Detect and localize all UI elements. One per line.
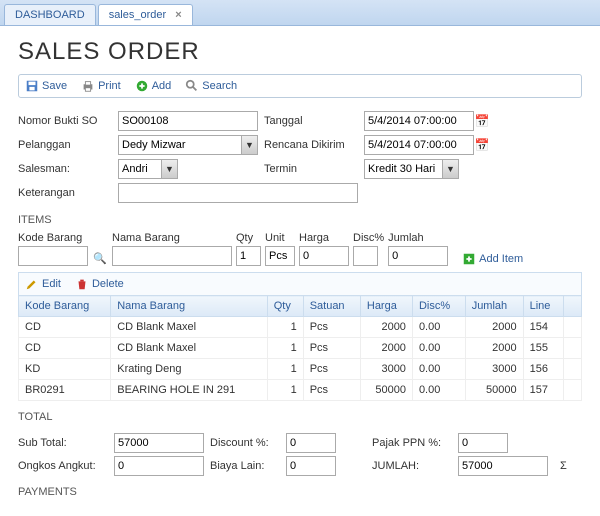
- chevron-down-icon[interactable]: ▼: [442, 160, 458, 178]
- add-button[interactable]: Add: [135, 79, 172, 93]
- col-qty[interactable]: Qty: [267, 296, 303, 317]
- label-tanggal: Tanggal: [264, 115, 364, 127]
- grid-toolbar: Edit Delete: [18, 272, 582, 295]
- calendar-icon[interactable]: 📅: [474, 137, 490, 153]
- table-row[interactable]: KDKrating Deng1Pcs30000.003000156: [19, 359, 582, 380]
- ppn-input[interactable]: [458, 433, 508, 453]
- label-jumlah: Jumlah: [388, 232, 448, 244]
- page-title: SALES ORDER: [18, 38, 582, 66]
- label-subtotal: Sub Total:: [18, 437, 108, 449]
- label-termin: Termin: [264, 163, 364, 175]
- label-salesman: Salesman:: [18, 163, 118, 175]
- payments-title: PAYMENTS: [18, 486, 582, 498]
- label-nama: Nama Barang: [112, 232, 232, 244]
- disc-input[interactable]: [353, 246, 378, 266]
- total-title: TOTAL: [18, 411, 582, 423]
- discount-input[interactable]: [286, 433, 336, 453]
- label-ppn: Pajak PPN %:: [372, 437, 452, 449]
- label-ongkos: Ongkos Angkut:: [18, 460, 108, 472]
- add-icon: [135, 79, 149, 93]
- tab-dashboard[interactable]: DASHBOARD: [4, 4, 96, 25]
- col-nama[interactable]: Nama Barang: [111, 296, 267, 317]
- table-row[interactable]: BR0291BEARING HOLE IN 2911Pcs500000.0050…: [19, 380, 582, 401]
- label-disc: Disc%: [353, 232, 384, 244]
- save-button[interactable]: Save: [25, 79, 67, 93]
- label-kode: Kode Barang: [18, 232, 88, 244]
- label-pelanggan: Pelanggan: [18, 139, 118, 151]
- ongkos-input[interactable]: [114, 456, 204, 476]
- sigma-icon[interactable]: Σ: [560, 460, 567, 472]
- nomor-bukti-input[interactable]: [118, 111, 258, 131]
- tab-sales-order[interactable]: sales_order ×: [98, 4, 193, 25]
- label-rencana: Rencana Dikirim: [264, 139, 364, 151]
- jumlah-input[interactable]: [388, 246, 448, 266]
- label-unit: Unit: [265, 232, 295, 244]
- tab-bar: DASHBOARD sales_order ×: [0, 0, 600, 26]
- keterangan-input[interactable]: [118, 183, 358, 203]
- kode-input[interactable]: [18, 246, 88, 266]
- col-jumlah[interactable]: Jumlah: [465, 296, 523, 317]
- table-row[interactable]: CDCD Blank Maxel1Pcs20000.002000155: [19, 338, 582, 359]
- label-keterangan: Keterangan: [18, 187, 118, 199]
- label-harga: Harga: [299, 232, 349, 244]
- edit-icon: [25, 277, 39, 291]
- add-icon: [462, 252, 476, 266]
- edit-button[interactable]: Edit: [25, 277, 61, 291]
- delete-icon: [75, 277, 89, 291]
- chevron-down-icon[interactable]: ▼: [161, 160, 177, 178]
- col-line[interactable]: Line: [523, 296, 563, 317]
- search-icon: [185, 79, 199, 93]
- tab-label: sales_order: [109, 9, 166, 21]
- toolbar: Save Print Add Search: [18, 74, 582, 98]
- save-icon: [25, 79, 39, 93]
- calendar-icon[interactable]: 📅: [474, 113, 490, 129]
- subtotal-input[interactable]: [114, 433, 204, 453]
- search-icon[interactable]: 🔍: [92, 250, 108, 266]
- items-title: ITEMS: [18, 214, 582, 226]
- label-discount: Discount %:: [210, 437, 280, 449]
- nama-input[interactable]: [112, 246, 232, 266]
- biaya-input[interactable]: [286, 456, 336, 476]
- pelanggan-select[interactable]: [118, 135, 258, 155]
- jumlah-total-input[interactable]: [458, 456, 548, 476]
- col-disc[interactable]: Disc%: [412, 296, 465, 317]
- harga-input[interactable]: [299, 246, 349, 266]
- items-table: Kode Barang Nama Barang Qty Satuan Harga…: [18, 295, 582, 401]
- item-input-row: Kode Barang 🔍 Nama Barang Qty Unit Harga…: [18, 232, 582, 266]
- print-icon: [81, 79, 95, 93]
- print-button[interactable]: Print: [81, 79, 121, 93]
- delete-button[interactable]: Delete: [75, 277, 124, 291]
- chevron-down-icon[interactable]: ▼: [241, 136, 257, 154]
- add-item-button[interactable]: Add Item: [462, 252, 523, 266]
- col-satuan[interactable]: Satuan: [303, 296, 360, 317]
- table-row[interactable]: CDCD Blank Maxel1Pcs20000.002000154: [19, 317, 582, 338]
- close-icon[interactable]: ×: [175, 9, 181, 21]
- unit-input[interactable]: [265, 246, 295, 266]
- label-biaya: Biaya Lain:: [210, 460, 280, 472]
- qty-input[interactable]: [236, 246, 261, 266]
- search-button[interactable]: Search: [185, 79, 237, 93]
- label-nomor-bukti: Nomor Bukti SO: [18, 115, 118, 127]
- label-jumlah-total: JUMLAH:: [372, 460, 452, 472]
- tanggal-input[interactable]: [364, 111, 474, 131]
- label-qty: Qty: [236, 232, 261, 244]
- rencana-input[interactable]: [364, 135, 474, 155]
- col-kode[interactable]: Kode Barang: [19, 296, 111, 317]
- col-harga[interactable]: Harga: [360, 296, 412, 317]
